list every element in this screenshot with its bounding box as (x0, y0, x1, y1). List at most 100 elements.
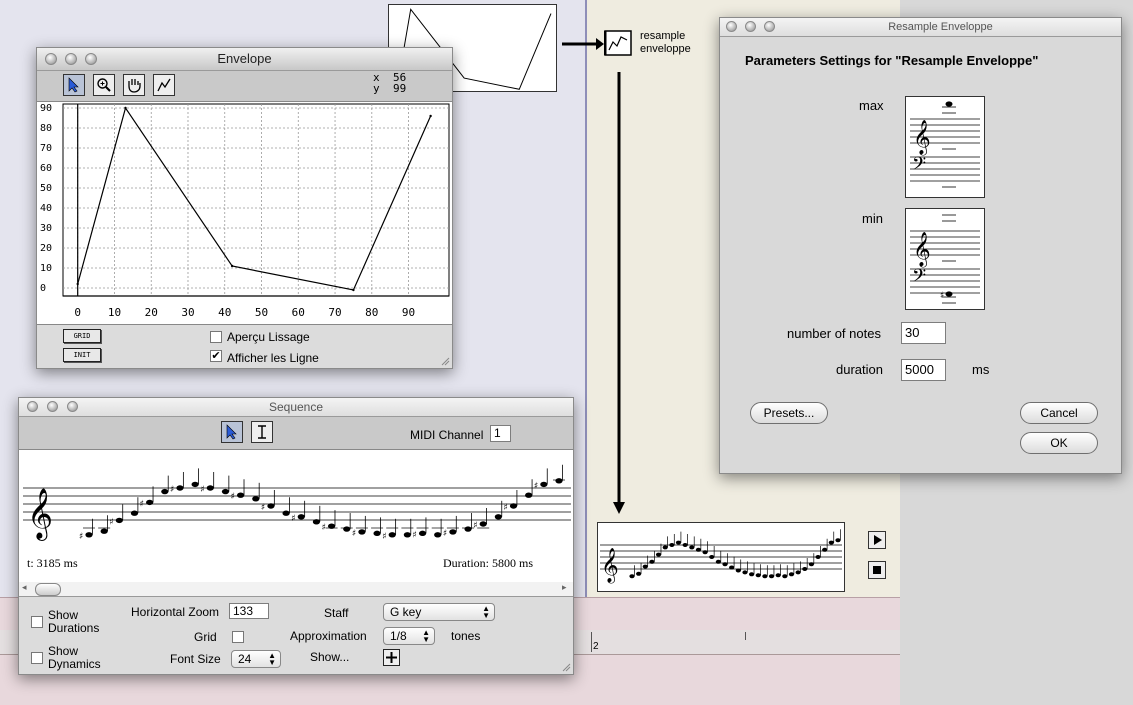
seq-arrow-tool[interactable] (221, 421, 243, 443)
seq-minimize-button[interactable] (47, 401, 58, 412)
x-tick-label: 80 (365, 306, 378, 319)
plus-icon (386, 652, 397, 663)
min-note-staff[interactable]: 𝄞 𝄢 ♯ (905, 208, 985, 310)
apercu-lissage-label: Aperçu Lissage (227, 330, 310, 344)
envelope-point (429, 114, 432, 118)
ok-button[interactable]: OK (1020, 432, 1098, 454)
apercu-lissage-checkbox[interactable] (210, 331, 222, 343)
resample-dialog-titlebar[interactable]: Resample Enveloppe (720, 18, 1121, 37)
dialog-close-button[interactable] (726, 21, 737, 32)
timeline-marker (591, 632, 592, 652)
accidental-icon: ♯ (109, 517, 113, 527)
score-note (146, 499, 154, 506)
seq-zoom-button[interactable] (67, 401, 78, 412)
cancel-button[interactable]: Cancel (1020, 402, 1098, 424)
staff-select[interactable]: G key ▲ ▼ (383, 603, 495, 621)
x-tick-label: 10 (108, 306, 121, 319)
envelope-titlebar[interactable]: Envelope (37, 48, 452, 71)
resize-grip-icon[interactable] (561, 662, 571, 672)
y-tick-label: 90 (40, 103, 52, 114)
mini-score-note (702, 550, 708, 555)
score-note (358, 529, 366, 535)
score-area[interactable]: 𝄞 ♯ ♯ ♯ ♯ ♯ ♯ ♯ ♯ ♯ ♯ ♯ ♯ ♯ ♯ ♯ ♯ t: 3185 ms Duration: 5… (19, 450, 573, 583)
scroll-left-icon[interactable]: ◂ (22, 582, 27, 593)
show-durations-checkbox[interactable] (31, 616, 43, 628)
curve-tool-button[interactable] (153, 74, 175, 96)
score-note (115, 517, 123, 524)
seq-text-tool[interactable] (251, 421, 273, 443)
afficher-lignes-label: Afficher les Ligne (227, 351, 319, 365)
show-menu-label: Show... (310, 650, 350, 664)
y-tick-label: 10 (40, 263, 52, 274)
init-button[interactable]: INIT (63, 348, 101, 362)
max-note-staff[interactable]: 𝄞 𝄢 (905, 96, 985, 198)
horizontal-zoom-field[interactable]: 133 (229, 603, 269, 619)
arrow-tool-button[interactable] (63, 74, 85, 96)
y-tick-label: 30 (40, 223, 52, 234)
accidental-icon: ♯ (170, 485, 174, 495)
font-size-label: Font Size (170, 652, 221, 666)
mini-score-note (742, 570, 748, 575)
dialog-heading: Parameters Settings for "Resample Envelo… (745, 53, 1039, 68)
number-of-notes-field[interactable]: 30 (901, 322, 946, 344)
score-note (161, 488, 169, 495)
stop-button[interactable] (868, 561, 886, 579)
dialog-minimize-button[interactable] (745, 21, 756, 32)
y-tick-label: 20 (40, 243, 52, 254)
duration-readout: Duration: 5800 ms (443, 556, 533, 570)
score-note (494, 514, 502, 520)
seq-close-button[interactable] (27, 401, 38, 412)
mini-score-box[interactable]: 𝄞 (597, 522, 845, 592)
scroll-thumb[interactable] (35, 583, 61, 596)
play-button[interactable] (868, 531, 886, 549)
afficher-lignes-checkbox[interactable]: ✔ (210, 350, 222, 362)
show-dynamics-checkbox[interactable] (31, 652, 43, 664)
zoom-window-button[interactable] (85, 53, 97, 65)
mini-score-note (762, 574, 768, 579)
midi-channel-label: MIDI Channel (410, 428, 484, 442)
font-size-stepper[interactable]: 24 ▲ ▼ (231, 650, 281, 668)
accidental-icon: ♯ (504, 503, 508, 513)
minimize-window-button[interactable] (65, 53, 77, 65)
cursor-y-label: y (373, 82, 380, 95)
approximation-select[interactable]: 1/8 ▲ ▼ (383, 627, 435, 645)
dialog-zoom-button[interactable] (764, 21, 775, 32)
zoom-tool-button[interactable] (93, 74, 115, 96)
resample-enveloppe-box[interactable] (603, 30, 632, 56)
x-tick-label: 50 (255, 306, 268, 319)
sequence-title: Sequence (268, 400, 324, 414)
x-tick-label: 0 (74, 306, 81, 319)
grid-button[interactable]: GRID (63, 329, 101, 343)
sequence-window: Sequence MIDI Channel 1 𝄞 ♯ ♯ ♯ ♯ ♯ ♯ ♯ ♯ ♯ ♯ ♯ ♯ ♯ ♯ ♯… (18, 397, 574, 675)
scroll-right-icon[interactable]: ▸ (562, 582, 567, 593)
midi-channel-field[interactable]: 1 (490, 425, 511, 442)
close-window-button[interactable] (45, 53, 57, 65)
accidental-icon: ♯ (534, 481, 538, 491)
staff-value: G key (390, 605, 422, 619)
plot-frame (62, 103, 450, 297)
score-note (418, 530, 427, 537)
resample-dialog: Resample Enveloppe Parameters Settings f… (719, 17, 1122, 474)
y-tick-label: 60 (40, 163, 52, 174)
accidental-icon: ♯ (322, 523, 326, 533)
sequence-titlebar[interactable]: Sequence (19, 398, 573, 417)
mini-score-note (695, 547, 702, 552)
hand-tool-button[interactable] (123, 74, 145, 96)
font-size-value: 24 (238, 652, 252, 666)
envelope-chart-area[interactable]: 0 10 20 30 40 50 60 70 80 90 0 10 20 30 40 50 60 70 80 90 (37, 102, 452, 325)
horizontal-scrollbar[interactable]: ◂ ▸ (19, 582, 573, 597)
duration-field[interactable]: 5000 (901, 359, 946, 381)
x-tick-label: 70 (328, 306, 341, 319)
presets-button[interactable]: Presets... (750, 402, 828, 424)
resize-grip-icon[interactable] (440, 356, 450, 366)
grid-checkbox[interactable] (232, 631, 244, 643)
arrow-cursor-icon (68, 77, 79, 93)
duration-unit: ms (972, 362, 990, 377)
treble-clef-icon: 𝄞 (27, 488, 53, 541)
mini-score-note (709, 555, 715, 559)
mini-score-note (649, 559, 655, 564)
resample-icon (603, 30, 632, 56)
show-plus-button[interactable] (383, 649, 400, 666)
mini-score-note (802, 567, 808, 571)
score-note (237, 492, 245, 498)
